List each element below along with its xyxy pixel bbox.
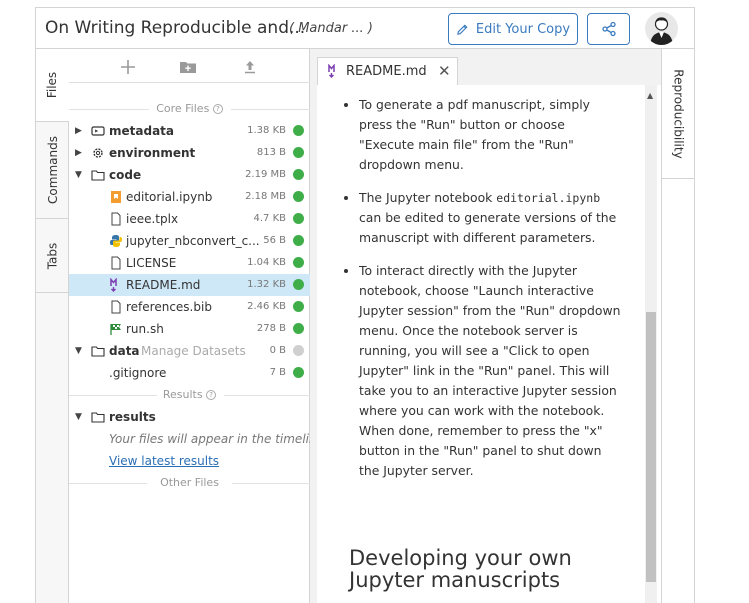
collapse-caret-icon[interactable]: ▼ bbox=[75, 170, 82, 180]
view-latest-results-link[interactable]: View latest results bbox=[109, 454, 219, 468]
file-icon bbox=[111, 300, 121, 314]
file-row-run-sh[interactable]: run.sh 278 B bbox=[69, 318, 310, 340]
status-check-icon bbox=[293, 279, 304, 290]
readme-document: To generate a pdf manuscript, simply pre… bbox=[317, 85, 661, 603]
file-toolbar bbox=[69, 49, 310, 83]
status-check-icon bbox=[293, 367, 304, 378]
status-disabled-icon bbox=[293, 345, 304, 356]
user-avatar-icon bbox=[650, 17, 673, 45]
markdown-icon bbox=[328, 64, 335, 78]
status-check-icon bbox=[293, 125, 304, 136]
file-row-gitignore[interactable]: .gitignore 7 B bbox=[69, 362, 310, 384]
notebook-icon bbox=[111, 191, 121, 203]
gear-icon bbox=[93, 148, 103, 158]
file-row-readme-md[interactable]: README.md 1.32 KB bbox=[69, 274, 310, 296]
status-check-icon bbox=[293, 213, 304, 224]
vertical-scrollbar[interactable]: ▲ bbox=[645, 85, 657, 603]
list-item: To generate a pdf manuscript, simply pre… bbox=[359, 95, 621, 175]
list-item: The Jupyter notebook editorial.ipynb can… bbox=[359, 188, 621, 248]
file-row-metadata[interactable]: ▶ metadata 1.38 KB bbox=[69, 120, 310, 142]
expand-caret-icon[interactable]: ▶ bbox=[75, 148, 82, 158]
file-row-data[interactable]: ▼ data Manage Datasets 0 B bbox=[69, 340, 310, 362]
file-row-license[interactable]: LICENSE 1.04 KB bbox=[69, 252, 310, 274]
file-icon bbox=[111, 256, 121, 270]
file-browser: Core Files ? ▶ metadata 1.38 KB ▶ enviro… bbox=[69, 49, 324, 603]
close-icon[interactable]: ✕ bbox=[438, 62, 451, 80]
manage-datasets-link[interactable]: Manage Datasets bbox=[141, 344, 246, 358]
file-row-code[interactable]: ▼ code 2.19 MB bbox=[69, 164, 310, 186]
folder-icon bbox=[91, 412, 105, 423]
status-check-icon bbox=[293, 323, 304, 334]
share-button[interactable] bbox=[587, 13, 630, 45]
readme-heading: Developing your own Jupyter manuscripts bbox=[349, 546, 572, 592]
editor-area: README.md ✕ To generate a pdf manuscript… bbox=[310, 49, 661, 603]
status-check-icon bbox=[293, 191, 304, 202]
tab-readme-md[interactable]: README.md ✕ bbox=[317, 57, 458, 85]
capsule-author: ( Mandar ... ) bbox=[289, 21, 373, 36]
status-check-icon bbox=[293, 235, 304, 246]
folder-icon bbox=[91, 170, 105, 181]
header-bar: On Writing Reproducible and... ( Mandar … bbox=[36, 8, 694, 49]
metadata-icon bbox=[91, 126, 105, 136]
user-avatar[interactable] bbox=[645, 12, 678, 45]
tab-files[interactable]: Files bbox=[36, 49, 70, 122]
folder-icon bbox=[91, 346, 105, 357]
section-other-files: Other Files bbox=[69, 476, 310, 490]
file-row-references-bib[interactable]: references.bib 2.46 KB bbox=[69, 296, 310, 318]
edit-your-copy-button[interactable]: Edit Your Copy bbox=[448, 13, 578, 45]
tab-commands[interactable]: Commands bbox=[36, 122, 69, 219]
new-folder-icon[interactable] bbox=[179, 58, 197, 76]
results-hint: Your files will appear in the timeline bbox=[109, 432, 324, 446]
status-check-icon bbox=[293, 257, 304, 268]
markdown-icon bbox=[110, 278, 117, 292]
section-core-files: Core Files ? bbox=[69, 102, 310, 116]
add-file-icon[interactable] bbox=[119, 58, 137, 76]
info-icon[interactable]: ? bbox=[212, 104, 223, 114]
expand-caret-icon[interactable]: ▶ bbox=[75, 126, 82, 136]
app-frame: On Writing Reproducible and... ( Mandar … bbox=[35, 7, 695, 603]
pencil-icon bbox=[457, 24, 468, 35]
list-item: To interact directly with the Jupyter no… bbox=[359, 261, 621, 481]
info-icon[interactable]: ? bbox=[206, 390, 217, 400]
file-row-editorial-ipynb[interactable]: editorial.ipynb 2.18 MB bbox=[69, 186, 310, 208]
scroll-up-icon[interactable]: ▲ bbox=[647, 91, 653, 100]
tab-tabs[interactable]: Tabs bbox=[36, 219, 69, 293]
left-sidebar-tabs: Files Commands Tabs bbox=[36, 49, 70, 603]
file-row-results[interactable]: ▼ results bbox=[69, 406, 310, 428]
right-sidebar-tabs: Reproducibility bbox=[661, 49, 694, 603]
file-row-environment[interactable]: ▶ environment 813 B bbox=[69, 142, 310, 164]
status-check-icon bbox=[293, 169, 304, 180]
file-icon bbox=[111, 212, 121, 226]
tab-reproducibility[interactable]: Reproducibility bbox=[662, 49, 694, 179]
status-check-icon bbox=[293, 301, 304, 312]
section-results: Results ? bbox=[69, 388, 310, 402]
collapse-caret-icon[interactable]: ▼ bbox=[75, 346, 82, 356]
collapse-caret-icon[interactable]: ▼ bbox=[75, 412, 82, 422]
status-check-icon bbox=[293, 147, 304, 158]
edit-your-copy-label: Edit Your Copy bbox=[475, 21, 571, 37]
run-script-icon bbox=[110, 324, 121, 335]
scrollbar-thumb[interactable] bbox=[646, 312, 656, 582]
capsule-title[interactable]: On Writing Reproducible and... bbox=[45, 18, 305, 38]
file-row-ieee-tplx[interactable]: ieee.tplx 4.7 KB bbox=[69, 208, 310, 230]
python-icon bbox=[110, 235, 122, 247]
file-row-jupyter-nbconvert[interactable]: jupyter_nbconvert_c... 56 B bbox=[69, 230, 310, 252]
upload-icon[interactable] bbox=[241, 58, 259, 76]
readme-bullet-list: To generate a pdf manuscript, simply pre… bbox=[341, 95, 621, 494]
share-icon bbox=[601, 21, 616, 37]
